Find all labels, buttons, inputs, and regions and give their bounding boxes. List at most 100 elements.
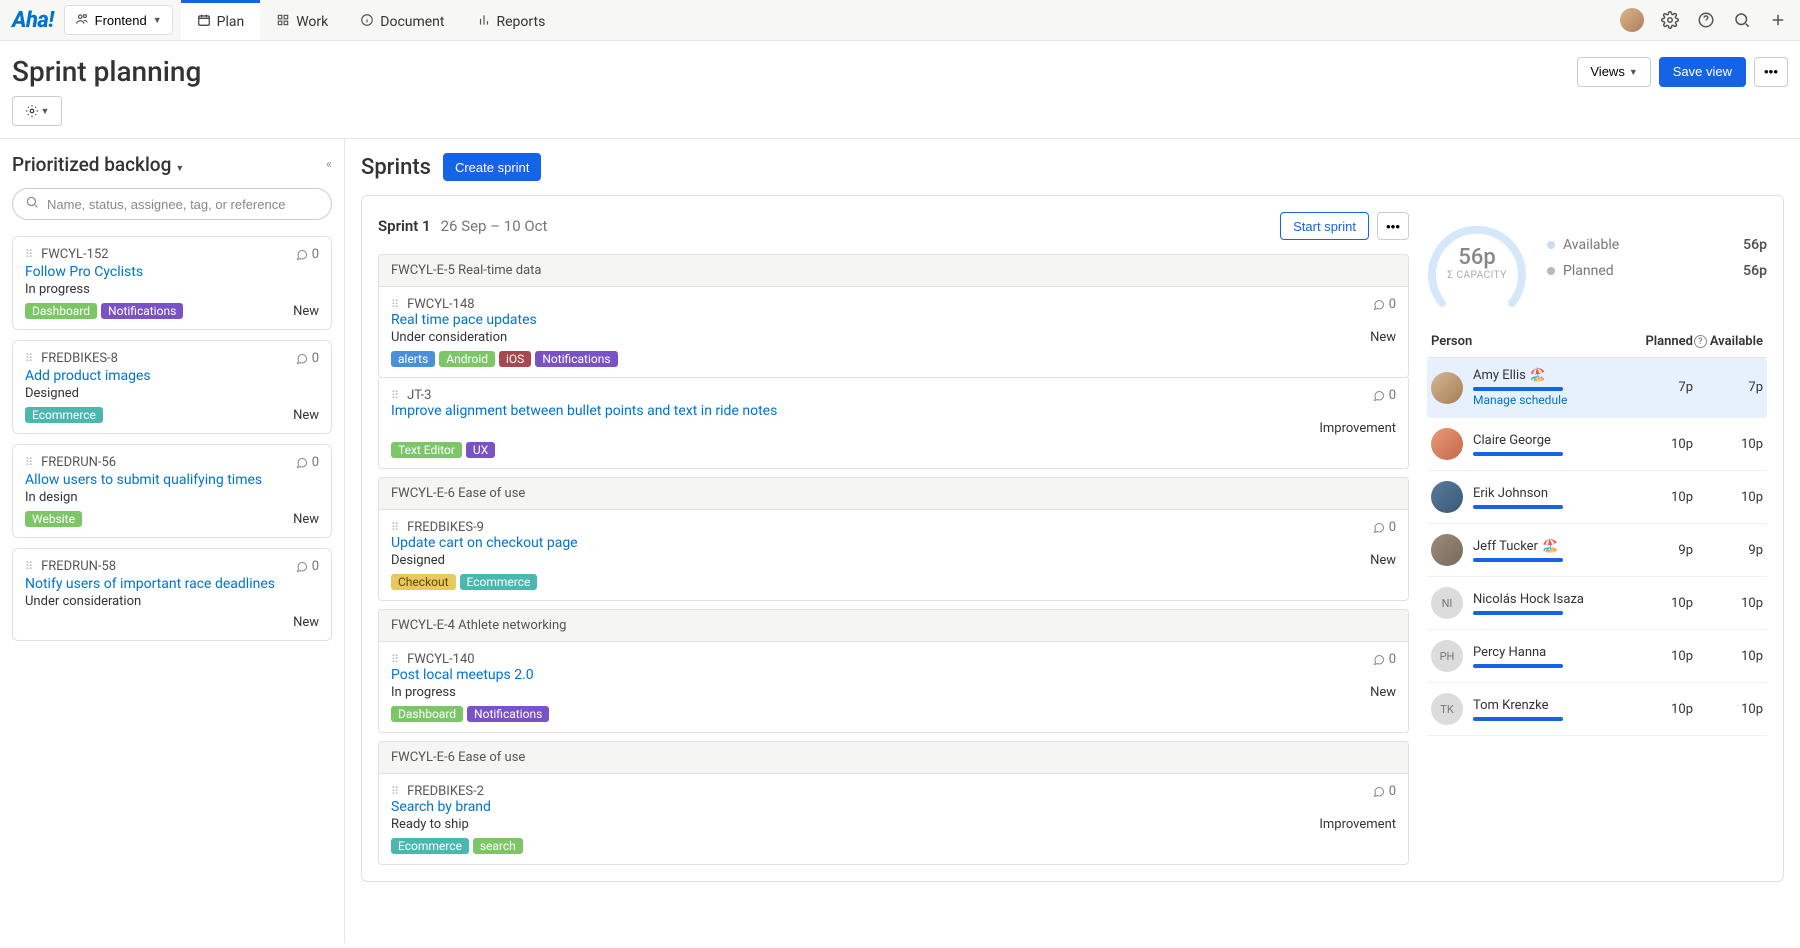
comment-count[interactable]: 0: [1373, 520, 1396, 535]
story-title[interactable]: Real time pace updates: [391, 312, 1396, 328]
page-more-button[interactable]: •••: [1754, 57, 1788, 87]
comment-count[interactable]: 0: [296, 351, 319, 366]
person-row[interactable]: Claire George 10p 10p: [1427, 418, 1767, 471]
tag: iOS: [499, 351, 531, 367]
tab-work[interactable]: Work: [260, 0, 344, 40]
person-row[interactable]: PH Percy Hanna 10p 10p: [1427, 630, 1767, 683]
sprints-column: Sprints Create sprint Sprint 1 26 Sep – …: [345, 139, 1800, 943]
help-icon[interactable]: [1696, 10, 1716, 30]
topbar-right: [1620, 8, 1788, 32]
card-status: In progress: [25, 282, 319, 297]
comment-count[interactable]: 0: [1373, 784, 1396, 799]
backlog-title-dropdown[interactable]: Prioritized backlog ▼: [12, 153, 326, 176]
person-name: Tom Krenzke: [1473, 698, 1623, 713]
story-title[interactable]: Improve alignment between bullet points …: [391, 403, 1396, 419]
legend-row: Available 56p: [1547, 237, 1767, 253]
start-sprint-button[interactable]: Start sprint: [1280, 212, 1369, 240]
backlog-card[interactable]: ⠿ FREDBIKES-8 0 Add product images Desig…: [12, 340, 332, 434]
card-title[interactable]: Allow users to submit qualifying times: [25, 472, 319, 488]
comment-count[interactable]: 0: [296, 247, 319, 262]
comment-count[interactable]: 0: [1373, 297, 1396, 312]
story-card[interactable]: ⠿ FREDBIKES-2 0 Search by brand Ready to…: [378, 774, 1409, 865]
story-title[interactable]: Update cart on checkout page: [391, 535, 1396, 551]
create-sprint-button[interactable]: Create sprint: [443, 153, 541, 181]
epic-header[interactable]: FWCYL-E-6 Ease of use: [378, 741, 1409, 774]
epic-header[interactable]: FWCYL-E-5 Real-time data: [378, 254, 1409, 287]
comment-count[interactable]: 0: [1373, 388, 1396, 403]
legend-label: Planned: [1563, 263, 1614, 279]
backlog-card[interactable]: ⠿ FREDRUN-58 0 Notify users of important…: [12, 548, 332, 641]
manage-schedule-link[interactable]: Manage schedule: [1473, 393, 1623, 407]
story-title[interactable]: Post local meetups 2.0: [391, 667, 1396, 683]
comment-icon: [1373, 786, 1385, 798]
team-dropdown[interactable]: Frontend ▼: [64, 5, 173, 35]
card-right-status: New: [293, 408, 319, 423]
tab-plan[interactable]: Plan: [181, 0, 261, 40]
epic-header[interactable]: FWCYL-E-4 Athlete networking: [378, 609, 1409, 642]
drag-handle-icon[interactable]: ⠿: [391, 653, 399, 666]
backlog-search[interactable]: [12, 188, 332, 220]
comment-count[interactable]: 0: [296, 455, 319, 470]
capacity-bar: [1473, 452, 1563, 456]
drag-handle-icon[interactable]: ⠿: [391, 785, 399, 798]
person-planned: 10p: [1623, 596, 1693, 611]
search-icon[interactable]: [1732, 10, 1752, 30]
epic-header[interactable]: FWCYL-E-6 Ease of use: [378, 477, 1409, 510]
capacity-legend: Available 56p Planned 56p: [1547, 237, 1767, 289]
aha-logo[interactable]: Aha!: [12, 8, 54, 33]
drag-handle-icon[interactable]: ⠿: [25, 560, 33, 573]
story-card[interactable]: ⠿ FWCYL-148 0 Real time pace updates Und…: [378, 287, 1409, 378]
person-row[interactable]: Erik Johnson 10p 10p: [1427, 471, 1767, 524]
person-row[interactable]: Amy Ellis 🏖️ Manage schedule 7p 7p: [1427, 358, 1767, 418]
tag: UX: [466, 442, 495, 458]
save-view-button[interactable]: Save view: [1659, 57, 1746, 87]
sprint-stories: Sprint 1 26 Sep – 10 Oct Start sprint ••…: [378, 212, 1409, 865]
card-title[interactable]: Follow Pro Cyclists: [25, 264, 319, 280]
sprint-groups: FWCYL-E-5 Real-time data ⠿ FWCYL-148 0 R…: [378, 254, 1409, 865]
person-row[interactable]: NI Nicolás Hock Isaza 10p 10p: [1427, 577, 1767, 630]
tab-reports[interactable]: Reports: [461, 0, 562, 40]
capacity-bar: [1473, 387, 1563, 391]
settings-icon[interactable]: [1660, 10, 1680, 30]
tab-document[interactable]: Document: [344, 0, 460, 40]
caret-down-icon: ▼: [41, 106, 50, 116]
story-card[interactable]: ⠿ FREDBIKES-9 0 Update cart on checkout …: [378, 510, 1409, 601]
help-icon[interactable]: ?: [1694, 335, 1707, 348]
story-tags: Ecommercesearch: [391, 838, 523, 854]
drag-handle-icon[interactable]: ⠿: [391, 389, 399, 402]
comment-count[interactable]: 0: [1373, 652, 1396, 667]
person-avatar: PH: [1431, 640, 1463, 672]
card-status: In design: [25, 490, 319, 505]
backlog-card[interactable]: ⠿ FREDRUN-56 0 Allow users to submit qua…: [12, 444, 332, 538]
drag-handle-icon[interactable]: ⠿: [25, 248, 33, 261]
person-row[interactable]: Jeff Tucker 🏖️ 9p 9p: [1427, 524, 1767, 577]
card-title[interactable]: Notify users of important race deadlines: [25, 576, 319, 592]
sprint-more-button[interactable]: •••: [1377, 212, 1409, 240]
user-avatar[interactable]: [1620, 8, 1644, 32]
collapse-sidebar-icon[interactable]: «: [326, 157, 332, 172]
capacity-people-list: Amy Ellis 🏖️ Manage schedule 7p 7p Clair…: [1427, 358, 1767, 736]
person-available: 10p: [1693, 490, 1763, 505]
legend-label: Available: [1563, 237, 1619, 253]
drag-handle-icon[interactable]: ⠿: [391, 521, 399, 534]
story-status: Ready to ship: [391, 817, 469, 832]
drag-handle-icon[interactable]: ⠿: [391, 298, 399, 311]
card-title[interactable]: Add product images: [25, 368, 319, 384]
person-available: 10p: [1693, 596, 1763, 611]
backlog-card[interactable]: ⠿ FWCYL-152 0 Follow Pro Cyclists In pro…: [12, 236, 332, 330]
views-dropdown[interactable]: Views ▼: [1577, 57, 1650, 87]
comment-icon: [1373, 299, 1385, 311]
team-dropdown-label: Frontend: [95, 13, 147, 28]
person-row[interactable]: TK Tom Krenzke 10p 10p: [1427, 683, 1767, 736]
drag-handle-icon[interactable]: ⠿: [25, 352, 33, 365]
page-settings-button[interactable]: ▼: [12, 96, 62, 126]
story-card[interactable]: ⠿ FWCYL-140 0 Post local meetups 2.0 In …: [378, 642, 1409, 733]
story-title[interactable]: Search by brand: [391, 799, 1396, 815]
backlog-search-input[interactable]: [47, 197, 319, 212]
story-card[interactable]: ⠿ JT-3 0 Improve alignment between bulle…: [378, 378, 1409, 469]
comment-count[interactable]: 0: [296, 559, 319, 574]
drag-handle-icon[interactable]: ⠿: [25, 456, 33, 469]
person-avatar: [1431, 481, 1463, 513]
add-icon[interactable]: [1768, 10, 1788, 30]
info-icon: [360, 13, 374, 31]
